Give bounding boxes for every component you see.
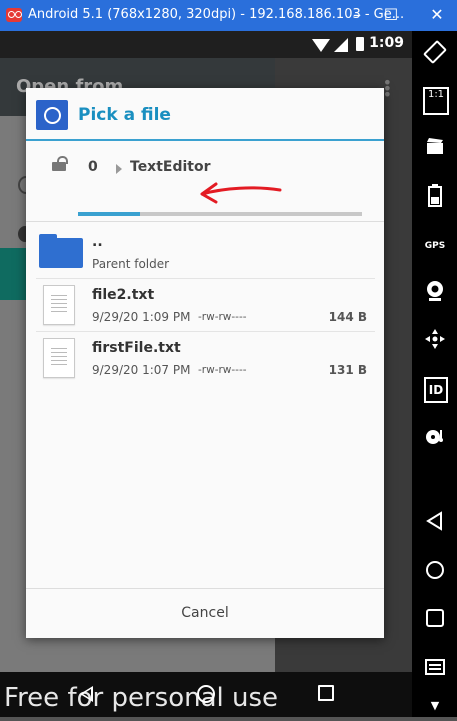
status-time: 1:09 [369, 35, 404, 51]
wifi-icon [312, 39, 330, 52]
file-size: 144 B [328, 310, 367, 324]
watermark-text: Free for personal use [4, 683, 279, 713]
genymotion-app-icon [6, 8, 22, 22]
minimize-button[interactable]: – [344, 4, 370, 26]
file-name: firstFile.txt [92, 340, 181, 356]
pixel-perfect-label: 1:1 [427, 89, 445, 100]
file-name: file2.txt [92, 287, 155, 303]
id-label: ID [428, 383, 444, 397]
list-divider [26, 221, 384, 222]
breadcrumb-root[interactable]: 0 [88, 159, 98, 175]
gps-icon[interactable]: GPS [420, 231, 450, 261]
folder-icon [39, 234, 83, 268]
id-icon[interactable]: ID [424, 377, 448, 403]
text-file-icon [43, 338, 75, 378]
webcam-icon[interactable] [420, 279, 450, 309]
file-permissions: -rw-rw---- [198, 364, 247, 376]
unlock-icon[interactable] [52, 156, 68, 171]
window-title-bar: Android 5.1 (768x1280, 320dpi) - 192.168… [0, 0, 457, 31]
emulator-side-toolbar: 1:1 GPS ID ▼ [412, 31, 457, 717]
battery-icon [356, 37, 364, 51]
media-icon[interactable] [420, 425, 450, 455]
pixel-perfect-icon[interactable]: 1:1 [423, 87, 449, 115]
file-date: 9/29/20 1:09 PM [92, 310, 191, 324]
parent-folder-row[interactable]: .. Parent folder [36, 226, 375, 278]
status-bar: 1:09 [0, 31, 412, 58]
maximize-button[interactable]: ☐ [378, 4, 404, 26]
file-picker-icon [36, 100, 68, 130]
menu-icon[interactable] [420, 657, 450, 687]
file-date: 9/29/20 1:07 PM [92, 363, 191, 377]
header-divider [26, 139, 384, 141]
background-selected-item [0, 248, 26, 300]
file-size: 131 B [328, 363, 367, 377]
signal-icon [334, 38, 348, 52]
parent-folder-name: .. [92, 234, 103, 250]
battery-icon[interactable] [420, 183, 450, 213]
recent-apps-icon[interactable] [420, 607, 450, 637]
breadcrumb-current[interactable]: TextEditor [130, 159, 211, 175]
path-scroll-track [78, 212, 362, 216]
text-file-icon [43, 285, 75, 325]
dialog-header: Pick a file [26, 88, 384, 140]
rotate-icon[interactable] [420, 39, 450, 69]
file-row-firstfile[interactable]: firstFile.txt 9/29/20 1:07 PM -rw-rw----… [36, 332, 375, 384]
dialog-title: Pick a file [78, 105, 171, 125]
cancel-button[interactable]: Cancel [26, 589, 384, 638]
file-row-file2[interactable]: file2.txt 9/29/20 1:09 PM -rw-rw---- 144… [36, 279, 375, 331]
gps-label: GPS [424, 241, 446, 251]
file-permissions: -rw-rw---- [198, 311, 247, 323]
pick-file-dialog: Pick a file 0 TextEditor .. Parent folde… [26, 88, 384, 638]
chevron-right-icon [116, 164, 122, 174]
red-arrow-annotation [200, 182, 282, 204]
nav-recent-apps-icon[interactable] [318, 685, 334, 701]
back-icon[interactable] [420, 511, 450, 541]
move-icon[interactable] [420, 327, 450, 357]
path-scroll-indicator [78, 212, 141, 216]
home-icon[interactable] [420, 559, 450, 589]
camera-icon[interactable] [420, 135, 450, 165]
parent-folder-label: Parent folder [92, 257, 170, 271]
android-screen: 1:09 Open from • • • Pick a file 0 TextEdi… [0, 31, 412, 717]
close-button[interactable]: ✕ [424, 4, 450, 26]
